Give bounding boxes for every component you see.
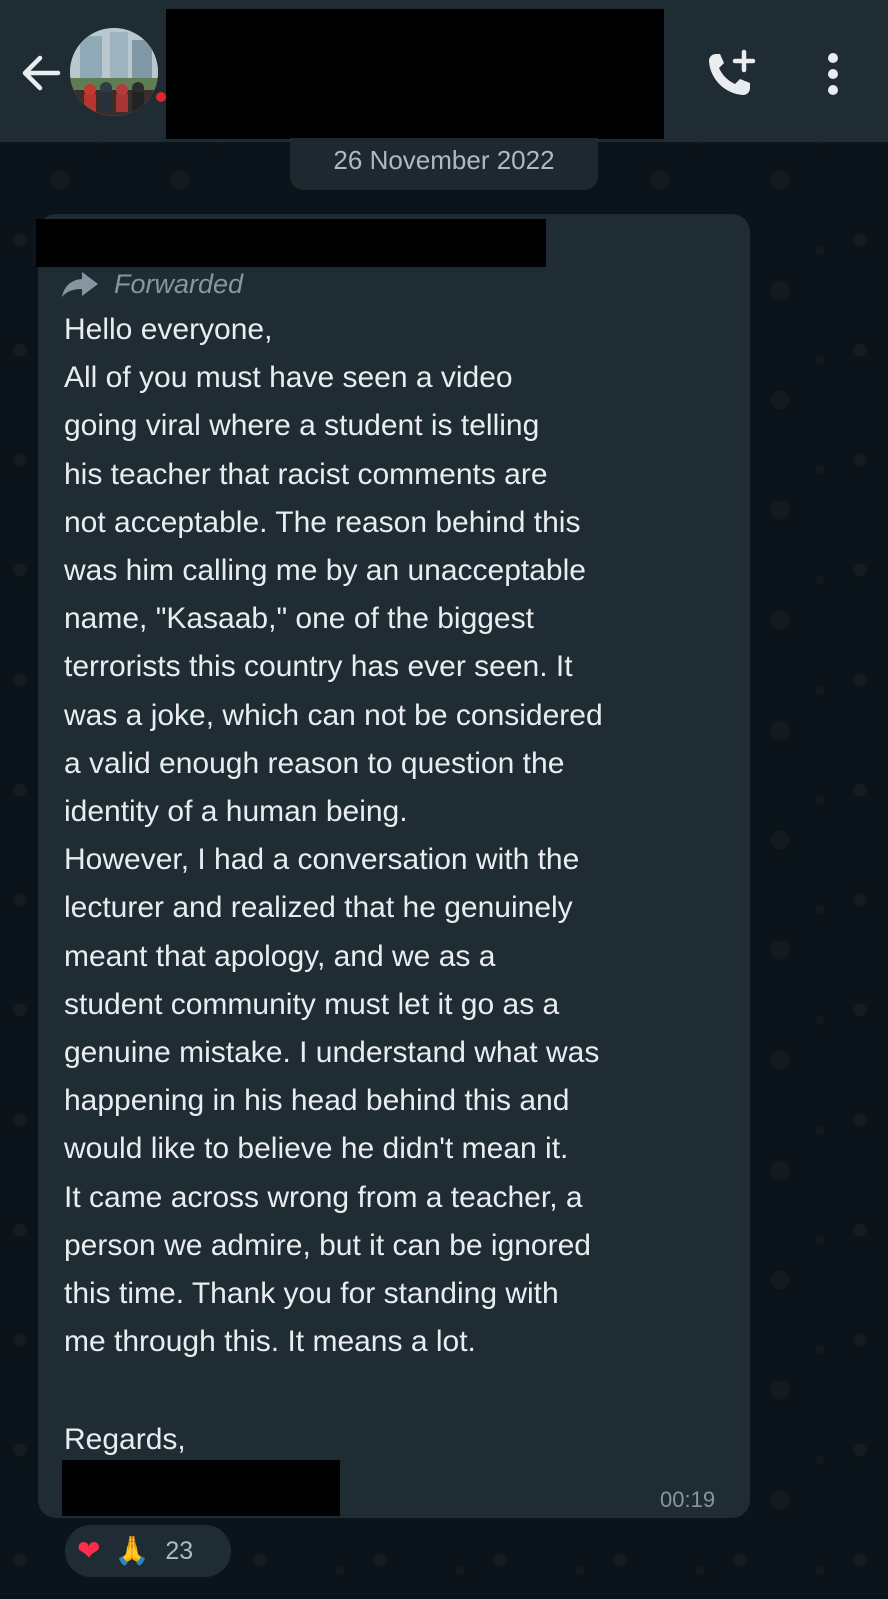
reactions-pill[interactable]: ❤ 🙏 23 [62,1522,234,1580]
heart-reaction-icon: ❤ [77,1534,101,1567]
contact-name-redacted [166,9,664,139]
more-options-button[interactable] [818,50,848,98]
message-body: Hello everyone, All of you must have see… [64,313,603,1359]
signature-redacted [62,1460,340,1516]
message-time: 00:19 [660,1487,716,1512]
add-call-button[interactable] [702,46,758,102]
date-separator: 26 November 2022 [290,138,598,190]
forwarded-text: Forwarded [114,268,244,299]
sender-name-redacted [36,219,546,267]
back-button[interactable] [18,50,64,96]
reaction-count: 23 [165,1536,194,1565]
message-closing: Regards, [64,1423,186,1456]
arrow-left-icon [22,55,61,91]
status-dot [156,92,166,102]
pray-reaction-icon: 🙏 [114,1534,150,1567]
forwarded-label: Forwarded [60,266,243,302]
add-call-icon [709,49,756,95]
forward-arrow-icon [62,272,98,297]
chat-header [0,0,888,142]
more-vertical-icon [828,53,838,95]
group-photo-icon [70,28,158,116]
avatar[interactable] [70,28,158,116]
chat-screen: 26 November 2022 Forwarded Hello everyon… [0,0,888,1599]
